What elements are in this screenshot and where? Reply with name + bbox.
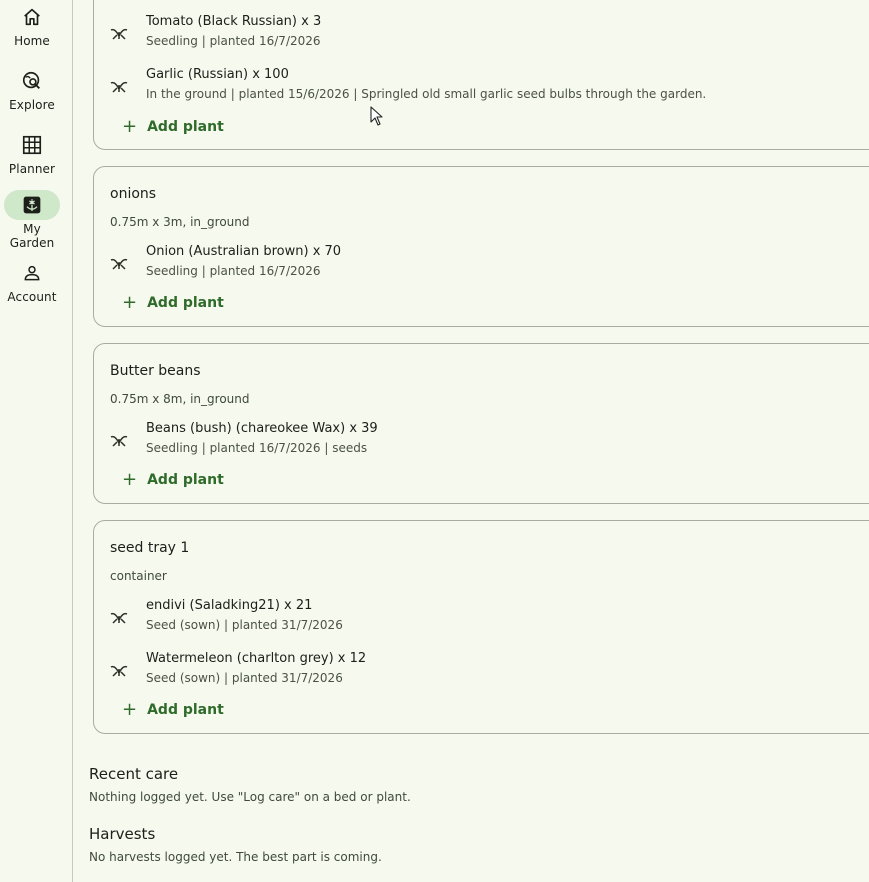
bed-dimensions: container <box>110 569 167 583</box>
plant-name: Beans (bush) (chareokee Wax) x 39 <box>146 421 378 436</box>
add-plant-button[interactable]: + Add plant <box>122 468 224 492</box>
mouse-cursor-icon <box>370 106 384 130</box>
plant-row[interactable]: endivi (Saladking21) x 21 Seed (sown) | … <box>94 596 869 636</box>
nav-item-planner[interactable]: Planner <box>0 130 64 176</box>
nav-label-planner: Planner <box>8 162 56 176</box>
bed-card: seed tray 1 container endivi (Saladking2… <box>93 520 869 734</box>
harvests-title: Harvests <box>89 825 156 843</box>
plus-icon: + <box>122 292 138 313</box>
bed-name: onions <box>110 186 157 202</box>
add-plant-label: Add plant <box>147 295 224 311</box>
add-plant-label: Add plant <box>147 119 224 135</box>
plant-details: Seedling | planted 16/7/2026 | seeds <box>146 441 368 455</box>
plant-row[interactable]: Beans (bush) (chareokee Wax) x 39 Seedli… <box>94 419 869 459</box>
nav-item-home[interactable]: Home <box>0 2 64 48</box>
garden-content: Tomato (Black Russian) x 3 Seedling | pl… <box>73 0 869 882</box>
plus-icon: + <box>122 116 138 137</box>
bed-dimensions: 0.75m x 3m, in_ground <box>110 215 250 229</box>
nav-item-explore[interactable]: Explore <box>0 66 64 112</box>
add-plant-button[interactable]: + Add plant <box>122 291 224 315</box>
add-plant-button[interactable]: + Add plant <box>122 698 224 722</box>
seedling-icon <box>110 77 128 93</box>
bed-card: onions 0.75m x 3m, in_ground Onion (Aust… <box>93 166 869 327</box>
plant-details: Seed (sown) | planted 31/7/2026 <box>146 618 343 632</box>
person-icon <box>4 258 60 288</box>
plant-row[interactable]: Tomato (Black Russian) x 3 Seedling | pl… <box>94 12 869 52</box>
plant-name: Watermeleon (charlton grey) x 12 <box>146 651 367 666</box>
plant-row[interactable]: Garlic (Russian) x 100 In the ground | p… <box>94 65 869 105</box>
recent-care-title: Recent care <box>89 765 179 783</box>
nav-label-explore: Explore <box>9 98 55 112</box>
plant-row[interactable]: Watermeleon (charlton grey) x 12 Seed (s… <box>94 649 869 689</box>
seedling-icon <box>110 431 128 447</box>
recent-care-empty-text: Nothing logged yet. Use "Log care" on a … <box>89 790 411 804</box>
bed-name: Butter beans <box>110 363 201 379</box>
plant-details: Seedling | planted 16/7/2026 <box>146 264 321 278</box>
add-plant-label: Add plant <box>147 472 224 488</box>
add-plant-label: Add plant <box>147 702 224 718</box>
bed-card: Butter beans 0.75m x 8m, in_ground Beans… <box>93 343 869 504</box>
plus-icon: + <box>122 699 138 720</box>
seedling-icon <box>110 661 128 677</box>
bed-card: Tomato (Black Russian) x 3 Seedling | pl… <box>93 0 869 150</box>
bed-name: seed tray 1 <box>110 540 190 556</box>
plant-name: endivi (Saladking21) x 21 <box>146 598 313 613</box>
plant-name: Tomato (Black Russian) x 3 <box>146 14 322 29</box>
nav-item-my-garden[interactable]: My Garden <box>0 190 64 250</box>
bed-dimensions: 0.75m x 8m, in_ground <box>110 392 250 406</box>
nav-item-account[interactable]: Account <box>0 258 64 304</box>
plus-icon: + <box>122 469 138 490</box>
explore-search-icon <box>4 66 60 96</box>
navigation-rail: Home Explore Planner My Garden Account <box>0 0 73 882</box>
nav-label-account: Account <box>7 290 57 304</box>
plant-details: Seedling | planted 16/7/2026 <box>146 34 321 48</box>
plant-details: In the ground | planted 15/6/2026 | Spri… <box>146 87 707 101</box>
plant-name: Onion (Australian brown) x 70 <box>146 244 342 259</box>
home-icon <box>4 2 60 32</box>
seedling-icon <box>110 254 128 270</box>
seedling-icon <box>110 608 128 624</box>
plant-row[interactable]: Onion (Australian brown) x 70 Seedling |… <box>94 242 869 282</box>
plant-details: Seed (sown) | planted 31/7/2026 <box>146 671 343 685</box>
plant-name: Garlic (Russian) x 100 <box>146 67 289 82</box>
add-plant-button[interactable]: + Add plant <box>122 115 224 139</box>
nav-label-home: Home <box>14 34 50 48</box>
nav-label-my-garden: My Garden <box>9 222 55 250</box>
harvests-empty-text: No harvests logged yet. The best part is… <box>89 850 382 864</box>
flower-icon <box>4 190 60 220</box>
seedling-icon <box>110 24 128 40</box>
grid-icon <box>4 130 60 160</box>
